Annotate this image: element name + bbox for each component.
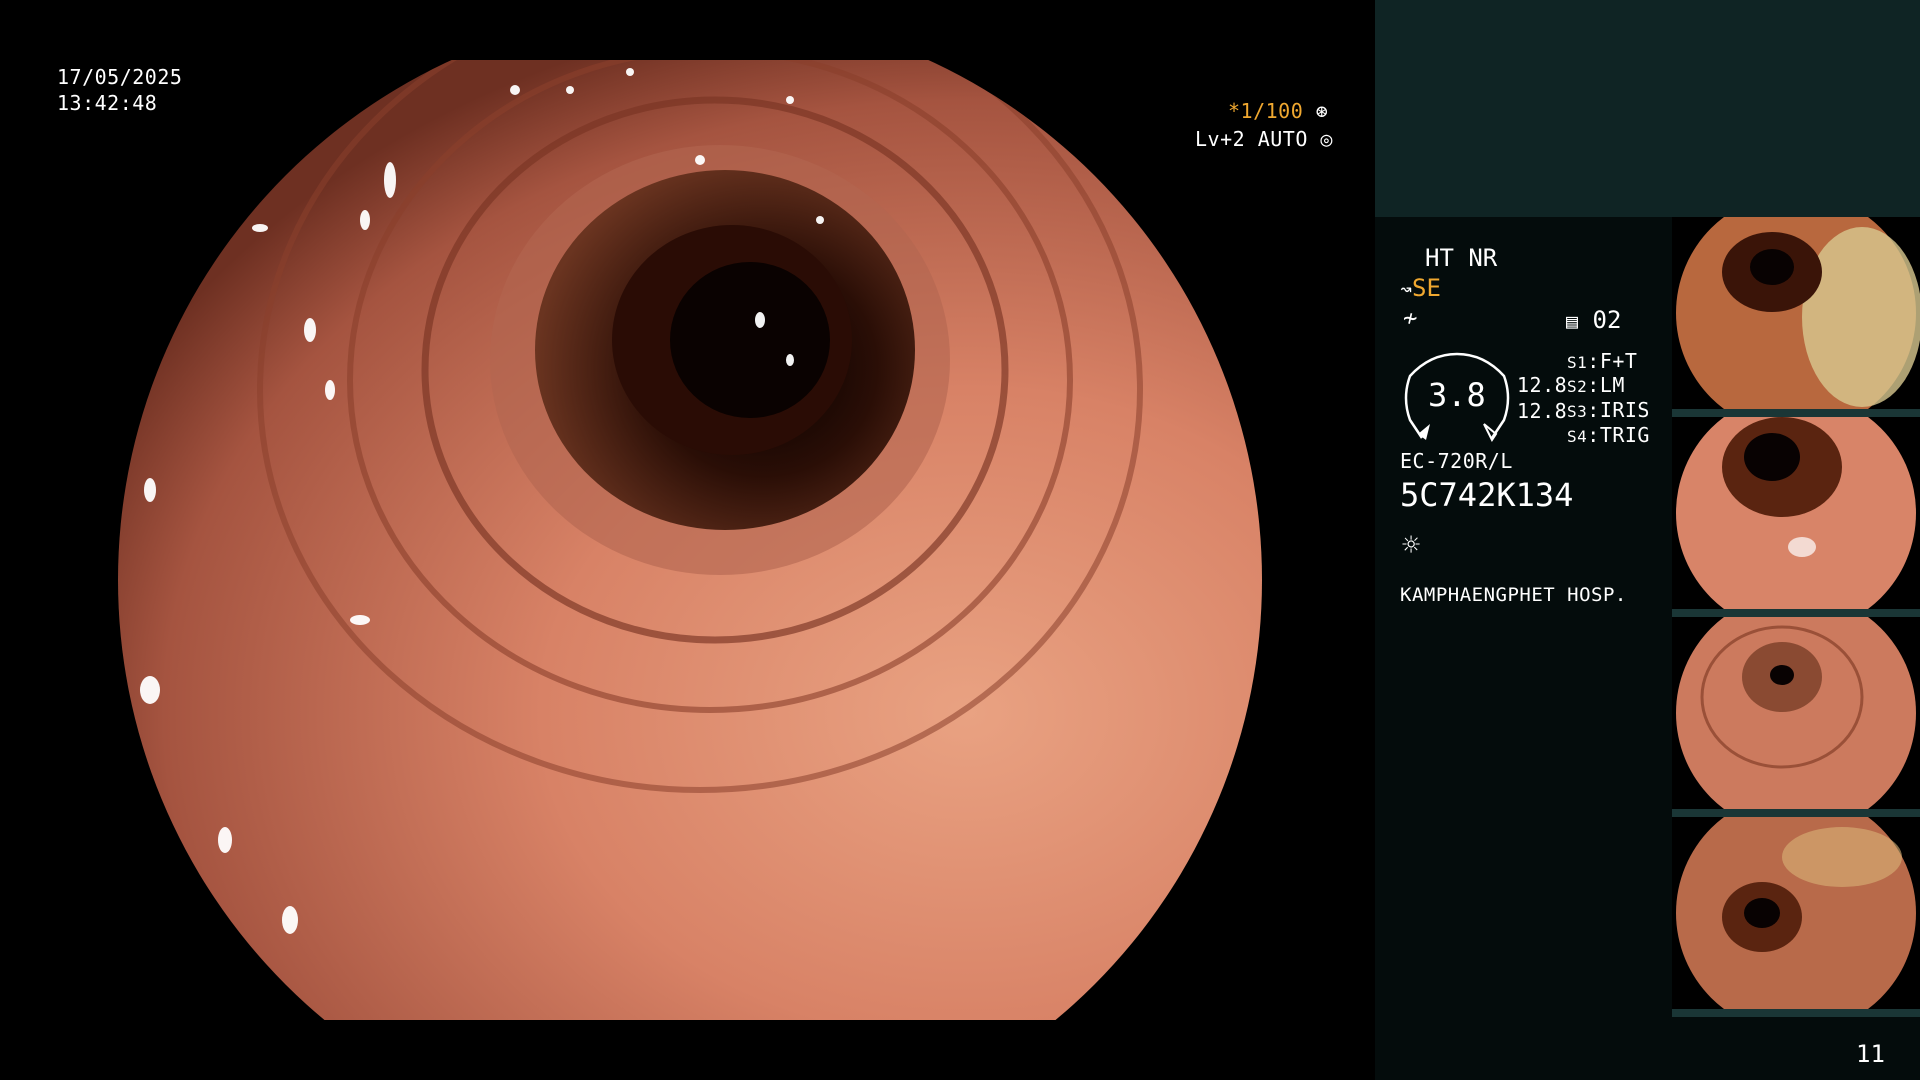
auto-iris-icon: ◎: [1320, 127, 1333, 151]
gauge-value: 3.8: [1428, 376, 1486, 414]
thumbnail-strip: [1672, 217, 1920, 1017]
thumbnail-2[interactable]: [1672, 417, 1920, 609]
image-count: 11: [1856, 1040, 1885, 1068]
scope-model: EC-720R/L: [1400, 449, 1513, 473]
memory-number: 02: [1592, 306, 1622, 334]
shutter-value: *1/100: [1228, 99, 1304, 123]
endoscopic-view: [60, 60, 1320, 1020]
level-value: Lv+2 AUTO: [1195, 127, 1308, 151]
value-2: 12.8: [1517, 399, 1568, 423]
switch-s3: S3:IRIS: [1567, 398, 1650, 422]
value-1: 12.8: [1517, 373, 1568, 397]
thumbnail-1[interactable]: [1672, 217, 1920, 409]
panel-top-region: [1375, 0, 1920, 217]
shutter-speed: *1/100 ⊛: [1228, 98, 1328, 124]
iris-level: Lv+2 AUTO ◎: [1195, 126, 1333, 152]
se-row: ↝SE: [1400, 274, 1441, 303]
date-display: 17/05/2025: [57, 65, 183, 89]
shutter-icon: ⊛: [1315, 99, 1329, 123]
hospital-name: KAMPHAENGPHET HOSP.: [1400, 584, 1627, 606]
switch-s2: S2:LM: [1567, 373, 1625, 397]
thumbnail-4[interactable]: [1672, 817, 1920, 1009]
memory-row: ▤ 02: [1566, 306, 1621, 335]
endoscopic-image: [118, 60, 1262, 1020]
scope-serial: 5C742K134: [1400, 476, 1574, 514]
thumbnail-3[interactable]: [1672, 617, 1920, 809]
scope-tip-icon: ↝: [1400, 277, 1413, 301]
switch-s4: S4:TRIG: [1567, 423, 1650, 447]
memory-icon: ▤: [1566, 309, 1579, 333]
time-display: 13:42:48: [57, 91, 158, 115]
zigzag-icon: ≁: [1403, 304, 1418, 332]
ht-nr-label: HT NR: [1425, 244, 1498, 272]
se-label: SE: [1412, 274, 1441, 302]
light-icon: ☼: [1402, 528, 1421, 563]
